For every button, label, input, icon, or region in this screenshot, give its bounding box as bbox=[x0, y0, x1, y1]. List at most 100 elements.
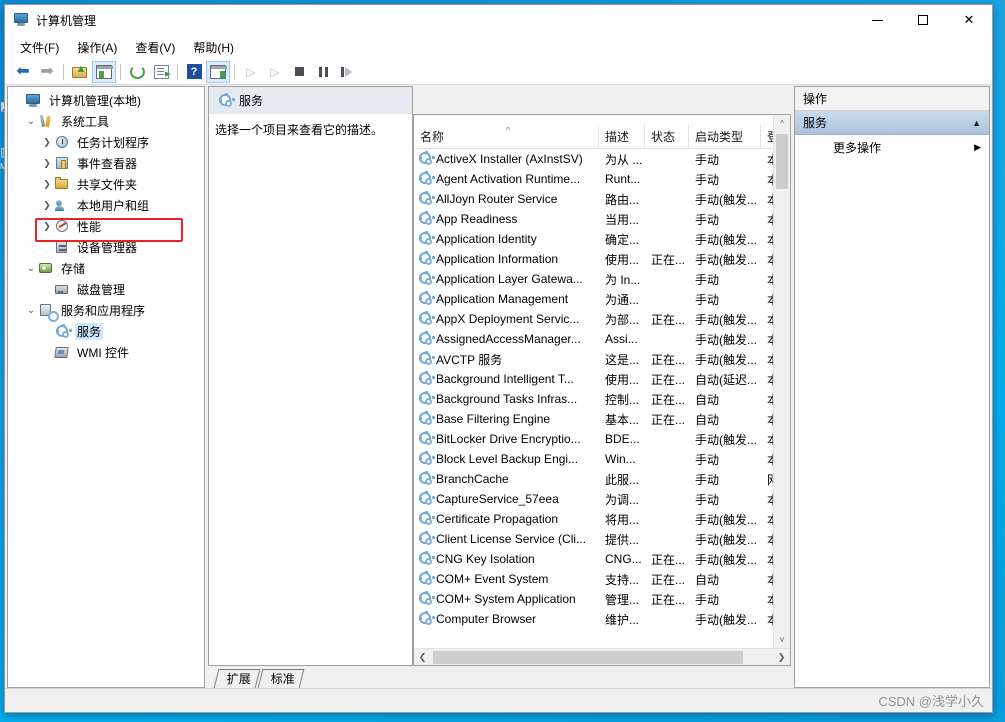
minimize-button[interactable] bbox=[854, 5, 900, 35]
table-row[interactable]: COM+ Event System支持...正在...自动本 bbox=[414, 569, 779, 589]
tree-expander[interactable]: ❯ bbox=[40, 200, 54, 211]
tree-item-label: 设备管理器 bbox=[77, 241, 138, 255]
resume-service-button[interactable]: ▷ bbox=[263, 61, 287, 83]
table-row[interactable]: Application Information 使用... 正在... 手动(触发..… bbox=[414, 249, 779, 269]
column-header-description-label: 描述 bbox=[605, 130, 630, 144]
table-row[interactable]: AVCTP 服务这是...正在...手动(触发...本 bbox=[414, 349, 779, 369]
column-header-startup-type[interactable]: 启动类型 bbox=[689, 125, 761, 148]
column-header-name[interactable]: 名称 ^ bbox=[414, 125, 599, 148]
tree-expander[interactable]: ❯ bbox=[40, 137, 54, 148]
table-row[interactable]: Application Layer Gatewa...为 In...手动本 bbox=[414, 269, 779, 289]
tree-item-performance[interactable]: ❯ 性能 bbox=[8, 216, 204, 237]
table-row[interactable]: COM+ System Application管理...正在...手动本 bbox=[414, 589, 779, 609]
horizontal-scrollbar-track[interactable] bbox=[431, 649, 773, 666]
export-list-button[interactable] bbox=[149, 61, 173, 83]
table-row[interactable]: Background Tasks Infras...控制...正在...自动本 bbox=[414, 389, 779, 409]
table-row[interactable]: Base Filtering Engine基本...正在...自动本 bbox=[414, 409, 779, 429]
show-hide-tree-button[interactable] bbox=[92, 60, 116, 83]
tree-item-label: 服务 bbox=[75, 323, 104, 340]
tree-expander[interactable]: ⌄ bbox=[24, 116, 38, 127]
menu-file[interactable]: 文件(F) bbox=[11, 36, 68, 59]
tree-item-services[interactable]: 服务 bbox=[8, 321, 204, 342]
chevron-up-icon[interactable]: ▲ bbox=[972, 118, 981, 128]
table-row[interactable]: AllJoyn Router Service路由...手动(触发...本 bbox=[414, 189, 779, 209]
service-name-label: Application Management bbox=[436, 292, 569, 306]
scroll-right-button[interactable]: ❯ bbox=[773, 649, 790, 666]
menu-help[interactable]: 帮助(H) bbox=[184, 36, 243, 59]
table-row[interactable]: BranchCache此服...手动网 bbox=[414, 469, 779, 489]
tree-item-wmi-control[interactable]: WMI 控件 bbox=[8, 342, 204, 363]
tree-item-label: 计算机管理(本地) bbox=[49, 94, 141, 108]
tree-item-computer-management[interactable]: 计算机管理(本地) bbox=[8, 90, 204, 111]
cell-name: Background Tasks Infras... bbox=[414, 391, 599, 407]
service-name-label: Certificate Propagation bbox=[436, 512, 559, 526]
table-row[interactable]: Background Intelligent T... 使用... 正在... 自动(… bbox=[414, 369, 779, 389]
service-gear-icon bbox=[417, 231, 434, 247]
up-one-level-button[interactable]: ▲ bbox=[68, 61, 92, 83]
table-row[interactable]: Agent Activation Runtime...Runt...手动本 bbox=[414, 169, 779, 189]
action-more-actions[interactable]: 更多操作 ▶ bbox=[795, 135, 989, 159]
back-button[interactable]: ⬅ bbox=[11, 61, 35, 83]
show-action-pane-button[interactable] bbox=[206, 60, 230, 83]
table-row[interactable]: Block Level Backup Engi...Win...手动本 bbox=[414, 449, 779, 469]
table-row[interactable]: Application Management为通...手动本 bbox=[414, 289, 779, 309]
table-row[interactable]: App Readiness当用...手动本 bbox=[414, 209, 779, 229]
vertical-scrollbar-thumb[interactable] bbox=[776, 134, 788, 189]
window-body: 计算机管理(本地) ⌄ 系统工具 ❯ 任务计划程序 ❯ 事件查看器 ❯ 共享文件 bbox=[5, 85, 992, 688]
table-row[interactable]: AssignedAccessManager...Assi...手动(触发...本 bbox=[414, 329, 779, 349]
table-row[interactable]: Application Identity确定...手动(触发...本 bbox=[414, 229, 779, 249]
table-row[interactable]: AppX Deployment Servic... 为部... 正在... 手动(触发… bbox=[414, 309, 779, 329]
table-row[interactable]: CNG Key IsolationCNG...正在...手动(触发...本 bbox=[414, 549, 779, 569]
tree-expander[interactable]: ⌄ bbox=[24, 305, 38, 316]
tree-item-task-scheduler[interactable]: ❯ 任务计划程序 bbox=[8, 132, 204, 153]
tab-standard[interactable]: 标准 bbox=[257, 669, 305, 688]
actions-group-services[interactable]: 服务 ▲ bbox=[795, 111, 989, 135]
tree-expander[interactable]: ⌄ bbox=[24, 263, 38, 274]
vertical-scrollbar[interactable]: ^ v bbox=[773, 115, 790, 648]
table-row[interactable]: CaptureService_57eea为调...手动本 bbox=[414, 489, 779, 509]
play-icon: ▷ bbox=[270, 64, 280, 79]
tree-expander[interactable]: ❯ bbox=[40, 221, 54, 232]
forward-button[interactable]: ➡ bbox=[35, 61, 59, 83]
menu-view[interactable]: 查看(V) bbox=[126, 36, 184, 59]
close-button[interactable]: ✕ bbox=[946, 5, 992, 35]
list-body[interactable]: ActiveX Installer (AxInstSV)为从 ...手动本Age… bbox=[414, 149, 790, 665]
pause-service-button[interactable] bbox=[311, 61, 335, 83]
horizontal-scrollbar-thumb[interactable] bbox=[433, 650, 743, 664]
scroll-left-button[interactable]: ❮ bbox=[414, 649, 431, 666]
tree-item-services-and-applications[interactable]: ⌄ 服务和应用程序 bbox=[8, 300, 204, 322]
tree-expander[interactable]: ❯ bbox=[40, 158, 54, 169]
cell-start: 手动 bbox=[695, 492, 720, 507]
tree-item-local-users-groups[interactable]: ❯ 本地用户和组 bbox=[8, 195, 204, 216]
table-row[interactable]: BitLocker Drive Encryptio... BDE... 手动(触发.… bbox=[414, 429, 779, 449]
refresh-button[interactable] bbox=[125, 61, 149, 83]
restart-service-button[interactable] bbox=[335, 61, 359, 83]
tree-item-shared-folders[interactable]: ❯ 共享文件夹 bbox=[8, 174, 204, 195]
start-service-button[interactable]: ▷ bbox=[239, 61, 263, 83]
column-header-description[interactable]: 描述 bbox=[599, 125, 645, 148]
tree-item-storage[interactable]: ⌄ 存储 bbox=[8, 258, 204, 279]
horizontal-scrollbar[interactable]: ❮ ❯ bbox=[414, 648, 790, 665]
menu-action[interactable]: 操作(A) bbox=[68, 36, 126, 59]
tree-expander[interactable]: ❯ bbox=[40, 179, 54, 190]
cell-start: 手动(触发... bbox=[695, 552, 757, 567]
tree-item-event-viewer[interactable]: ❯ 事件查看器 bbox=[8, 153, 204, 174]
scroll-up-button[interactable]: ^ bbox=[774, 115, 790, 132]
tree-item-device-manager[interactable]: 设备管理器 bbox=[8, 237, 204, 258]
column-header-status[interactable]: 状态 bbox=[645, 125, 689, 148]
table-row[interactable]: Computer Browser维护...手动(触发...本 bbox=[414, 609, 779, 629]
table-row[interactable]: Client License Service (Cli... 提供... 手动(触发… bbox=[414, 529, 779, 549]
table-row[interactable]: Certificate Propagation将用...手动(触发...本 bbox=[414, 509, 779, 529]
tree-item-disk-management[interactable]: 磁盘管理 bbox=[8, 279, 204, 300]
cell-start: 手动 bbox=[695, 452, 720, 467]
tab-extended[interactable]: 扩展 bbox=[213, 669, 261, 688]
refresh-icon bbox=[129, 64, 145, 79]
stop-service-button[interactable] bbox=[287, 61, 311, 83]
tree-item-system-tools[interactable]: ⌄ 系统工具 bbox=[8, 111, 204, 132]
service-gear-icon bbox=[417, 551, 434, 567]
table-row[interactable]: ActiveX Installer (AxInstSV)为从 ...手动本 bbox=[414, 149, 779, 169]
scroll-down-button[interactable]: v bbox=[774, 631, 790, 648]
maximize-button[interactable] bbox=[900, 5, 946, 35]
service-gear-icon bbox=[417, 531, 434, 547]
help-button[interactable]: ? bbox=[182, 61, 206, 83]
